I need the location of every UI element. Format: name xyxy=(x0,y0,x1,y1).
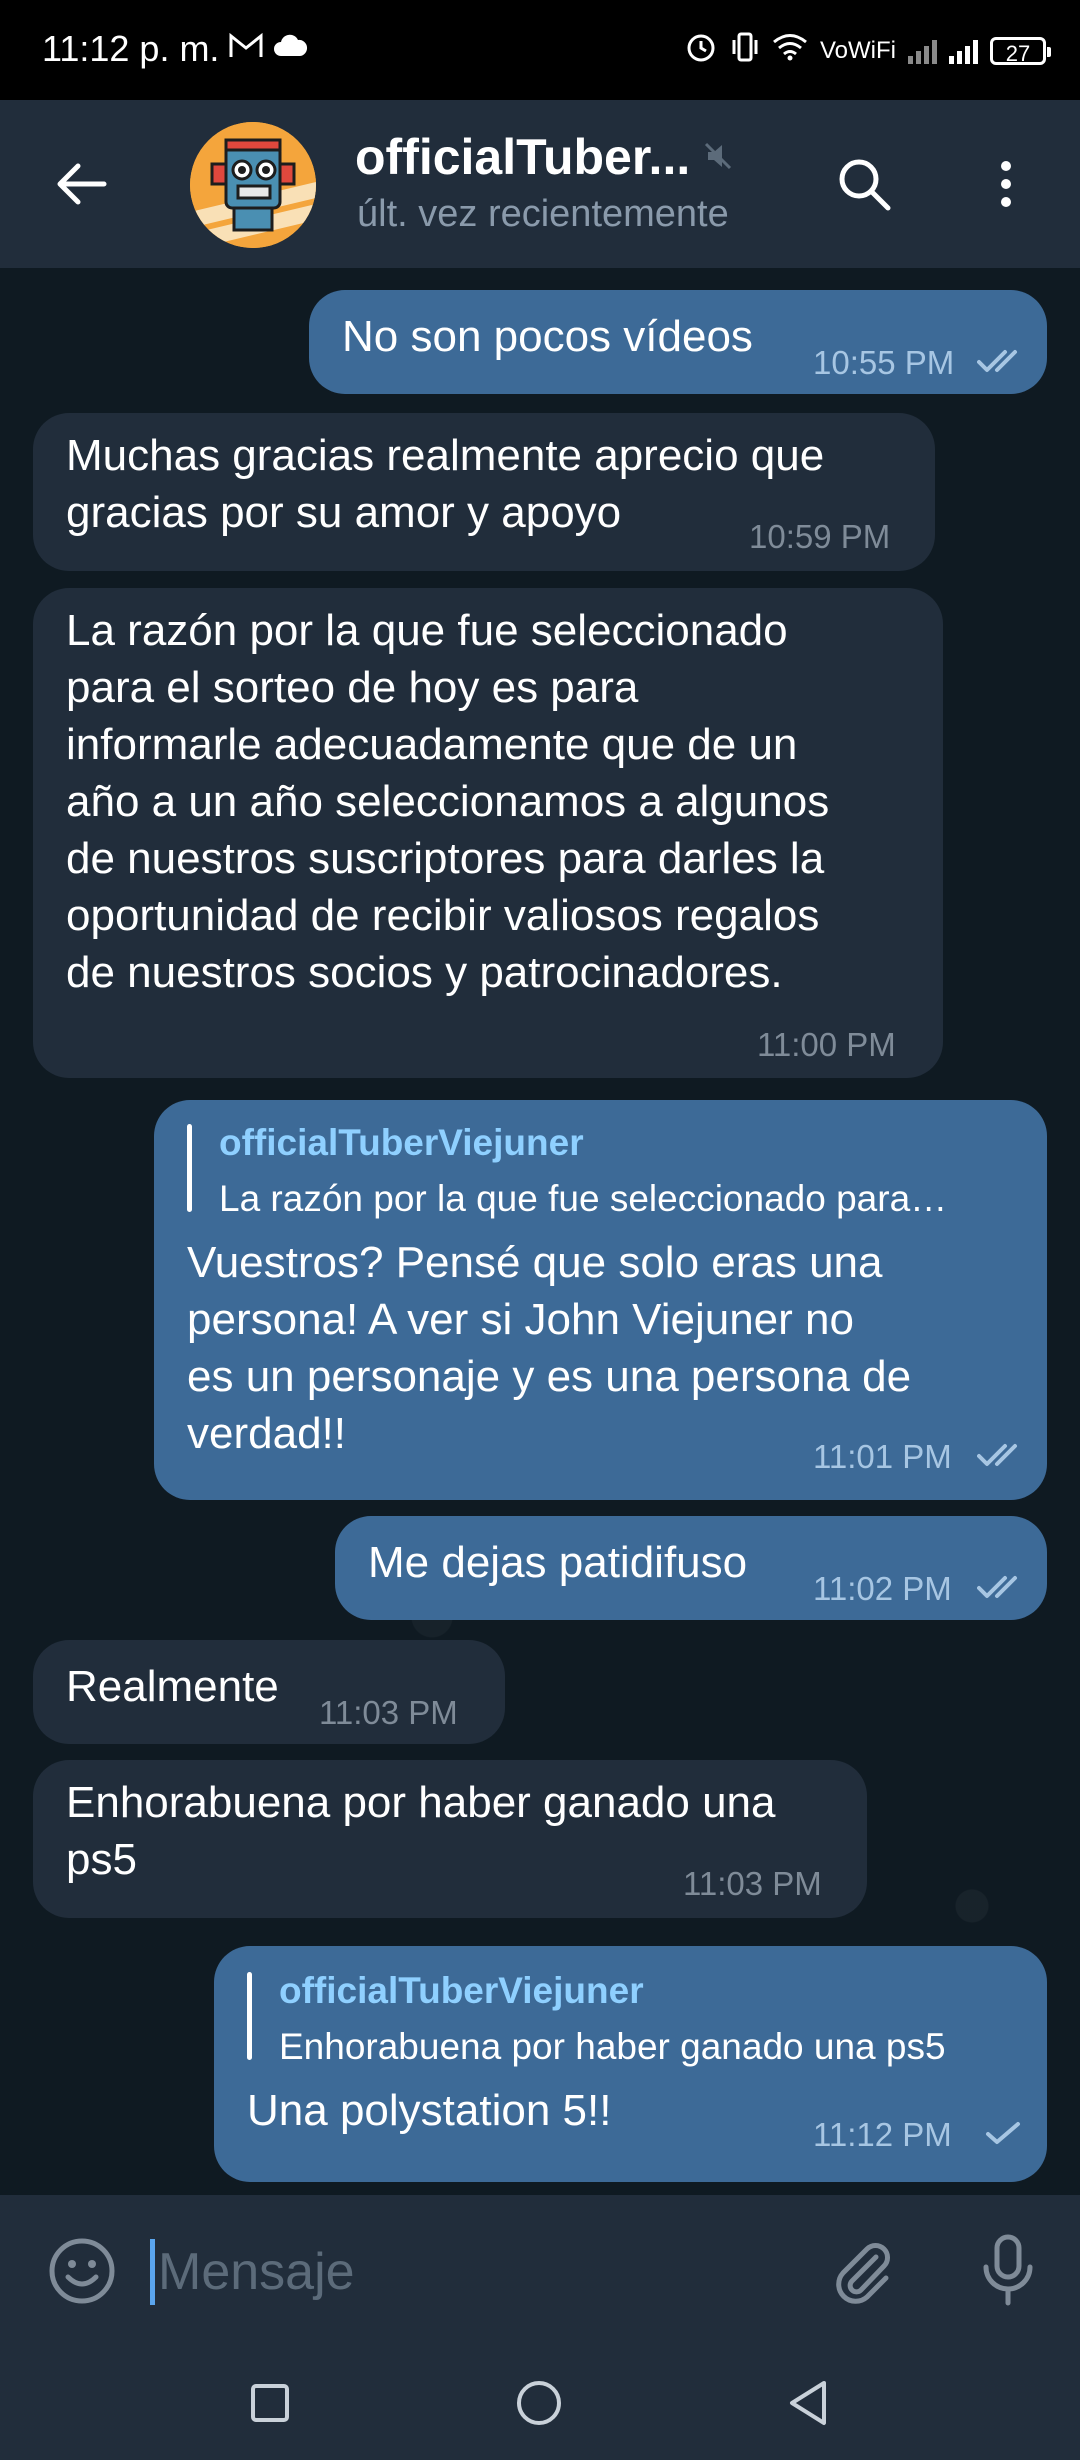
gmail-icon xyxy=(228,32,264,65)
reply-text[interactable]: Enhorabuena por haber ganado una ps5 xyxy=(279,2026,946,2068)
message-text: es un personaje y es una persona de xyxy=(187,1352,912,1401)
signal-icon xyxy=(908,38,937,64)
reply-quote-bar xyxy=(247,1972,252,2060)
robot-avatar-icon xyxy=(190,122,316,248)
emoji-icon xyxy=(49,2238,115,2304)
search-icon xyxy=(839,159,891,211)
battery-icon: 27 xyxy=(990,36,1051,66)
status-time: 11:12 p. m. xyxy=(42,28,220,69)
voice-record-button[interactable] xyxy=(972,2231,1044,2311)
message-text: verdad!! xyxy=(187,1409,346,1458)
attach-button[interactable] xyxy=(826,2235,898,2307)
message-text: Muchas gracias realmente aprecio que xyxy=(66,431,825,480)
message-text: de nuestros suscriptores para darles la xyxy=(66,834,825,883)
message-text: ps5 xyxy=(66,1835,137,1884)
message-time: 11:03 PM xyxy=(683,1865,822,1902)
recents-button[interactable] xyxy=(250,2383,290,2428)
message-text: La razón por la que fue seleccionado xyxy=(66,606,788,655)
message-time: 11:01 PM xyxy=(813,1438,952,1475)
emoji-button[interactable] xyxy=(46,2235,118,2307)
text-cursor xyxy=(150,2239,155,2305)
avatar[interactable] xyxy=(190,122,316,248)
recents-icon xyxy=(251,2384,289,2422)
outgoing-message[interactable]: officialTuberViejuner Enhorabuena por ha… xyxy=(214,1946,1047,2182)
outgoing-message[interactable]: No son pocos vídeos 10:55 PM xyxy=(309,290,1047,394)
more-vert-icon xyxy=(1001,161,1011,207)
reply-sender[interactable]: officialTuberViejuner xyxy=(279,1970,644,2012)
network-label: VoWiFi xyxy=(819,36,896,64)
incoming-message[interactable]: Muchas gracias realmente aprecio que gra… xyxy=(33,413,935,571)
incoming-message[interactable]: Realmente 11:03 PM xyxy=(33,1640,505,1744)
message-time: 11:02 PM xyxy=(813,1570,952,1607)
message-text: de nuestros socios y patrocinadores. xyxy=(66,948,783,997)
alarm-icon xyxy=(684,30,718,71)
message-text: Vuestros? Pensé que solo eras una xyxy=(187,1238,883,1287)
outgoing-message[interactable]: Me dejas patidifuso 11:02 PM xyxy=(335,1516,1047,1620)
message-time: 10:55 PM xyxy=(813,344,955,381)
message-text: oportunidad de recibir valiosos regalos xyxy=(66,891,820,940)
incoming-message[interactable]: Enhorabuena por haber ganado una ps5 11:… xyxy=(33,1760,867,1918)
chat-header: officialTuber... últ. vez recientemente xyxy=(0,100,1080,268)
message-text: gracias por su amor y apoyo xyxy=(66,488,622,537)
outgoing-message[interactable]: officialTuberViejuner La razón por la qu… xyxy=(154,1100,1047,1500)
message-text: Me dejas patidifuso xyxy=(368,1538,748,1587)
home-icon xyxy=(517,2381,561,2425)
reply-text[interactable]: La razón por la que fue seleccionado par… xyxy=(219,1178,947,1220)
system-back-button[interactable] xyxy=(786,2379,830,2432)
message-time: 11:00 PM xyxy=(757,1026,896,1063)
single-check-icon xyxy=(986,2122,1020,2144)
reply-quote-bar xyxy=(187,1124,192,1212)
double-check-icon xyxy=(977,1576,1017,1598)
chat-status: últ. vez recientemente xyxy=(357,193,729,235)
cloud-icon xyxy=(272,33,308,64)
double-check-icon xyxy=(977,1444,1017,1466)
more-options-button[interactable] xyxy=(986,152,1026,216)
signal-icon-2 xyxy=(949,38,978,64)
paperclip-icon xyxy=(836,2243,890,2304)
message-text: para el sorteo de hoy es para xyxy=(66,663,639,712)
message-text: Una polystation 5!! xyxy=(247,2086,612,2135)
status-bar: 11:12 p. m. VoWiFi 27 xyxy=(0,0,1080,100)
message-text: No son pocos vídeos xyxy=(342,312,753,361)
message-text: año a un año seleccionamos a algunos xyxy=(66,777,830,826)
wifi-icon xyxy=(772,33,808,68)
home-button[interactable] xyxy=(515,2379,563,2432)
reply-sender[interactable]: officialTuberViejuner xyxy=(219,1122,584,1164)
message-input[interactable] xyxy=(156,2231,800,2313)
message-text: Realmente xyxy=(66,1662,279,1711)
incoming-message[interactable]: La razón por la que fue seleccionado par… xyxy=(33,588,943,1078)
back-arrow-icon xyxy=(57,163,107,205)
message-text: Enhorabuena por haber ganado una xyxy=(66,1778,776,1827)
message-composer xyxy=(0,2195,1080,2343)
message-time: 11:03 PM xyxy=(319,1694,458,1731)
search-button[interactable] xyxy=(832,152,896,216)
message-text: informarle adecuadamente que de un xyxy=(66,720,798,769)
triangle-back-icon xyxy=(790,2381,826,2425)
message-time: 10:59 PM xyxy=(749,518,891,555)
system-navigation-bar xyxy=(0,2343,1080,2460)
message-time: 11:12 PM xyxy=(813,2116,952,2153)
double-check-icon xyxy=(977,350,1017,372)
vibrate-icon xyxy=(730,30,760,71)
microphone-icon xyxy=(983,2234,1033,2306)
chat-history[interactable]: No son pocos vídeos 10:55 PM Muchas grac… xyxy=(0,268,1080,2195)
message-text: persona! A ver si John Viejuner no xyxy=(187,1295,854,1344)
chat-title[interactable]: officialTuber... xyxy=(355,128,690,186)
mute-icon xyxy=(702,140,734,177)
back-button[interactable] xyxy=(50,152,114,216)
